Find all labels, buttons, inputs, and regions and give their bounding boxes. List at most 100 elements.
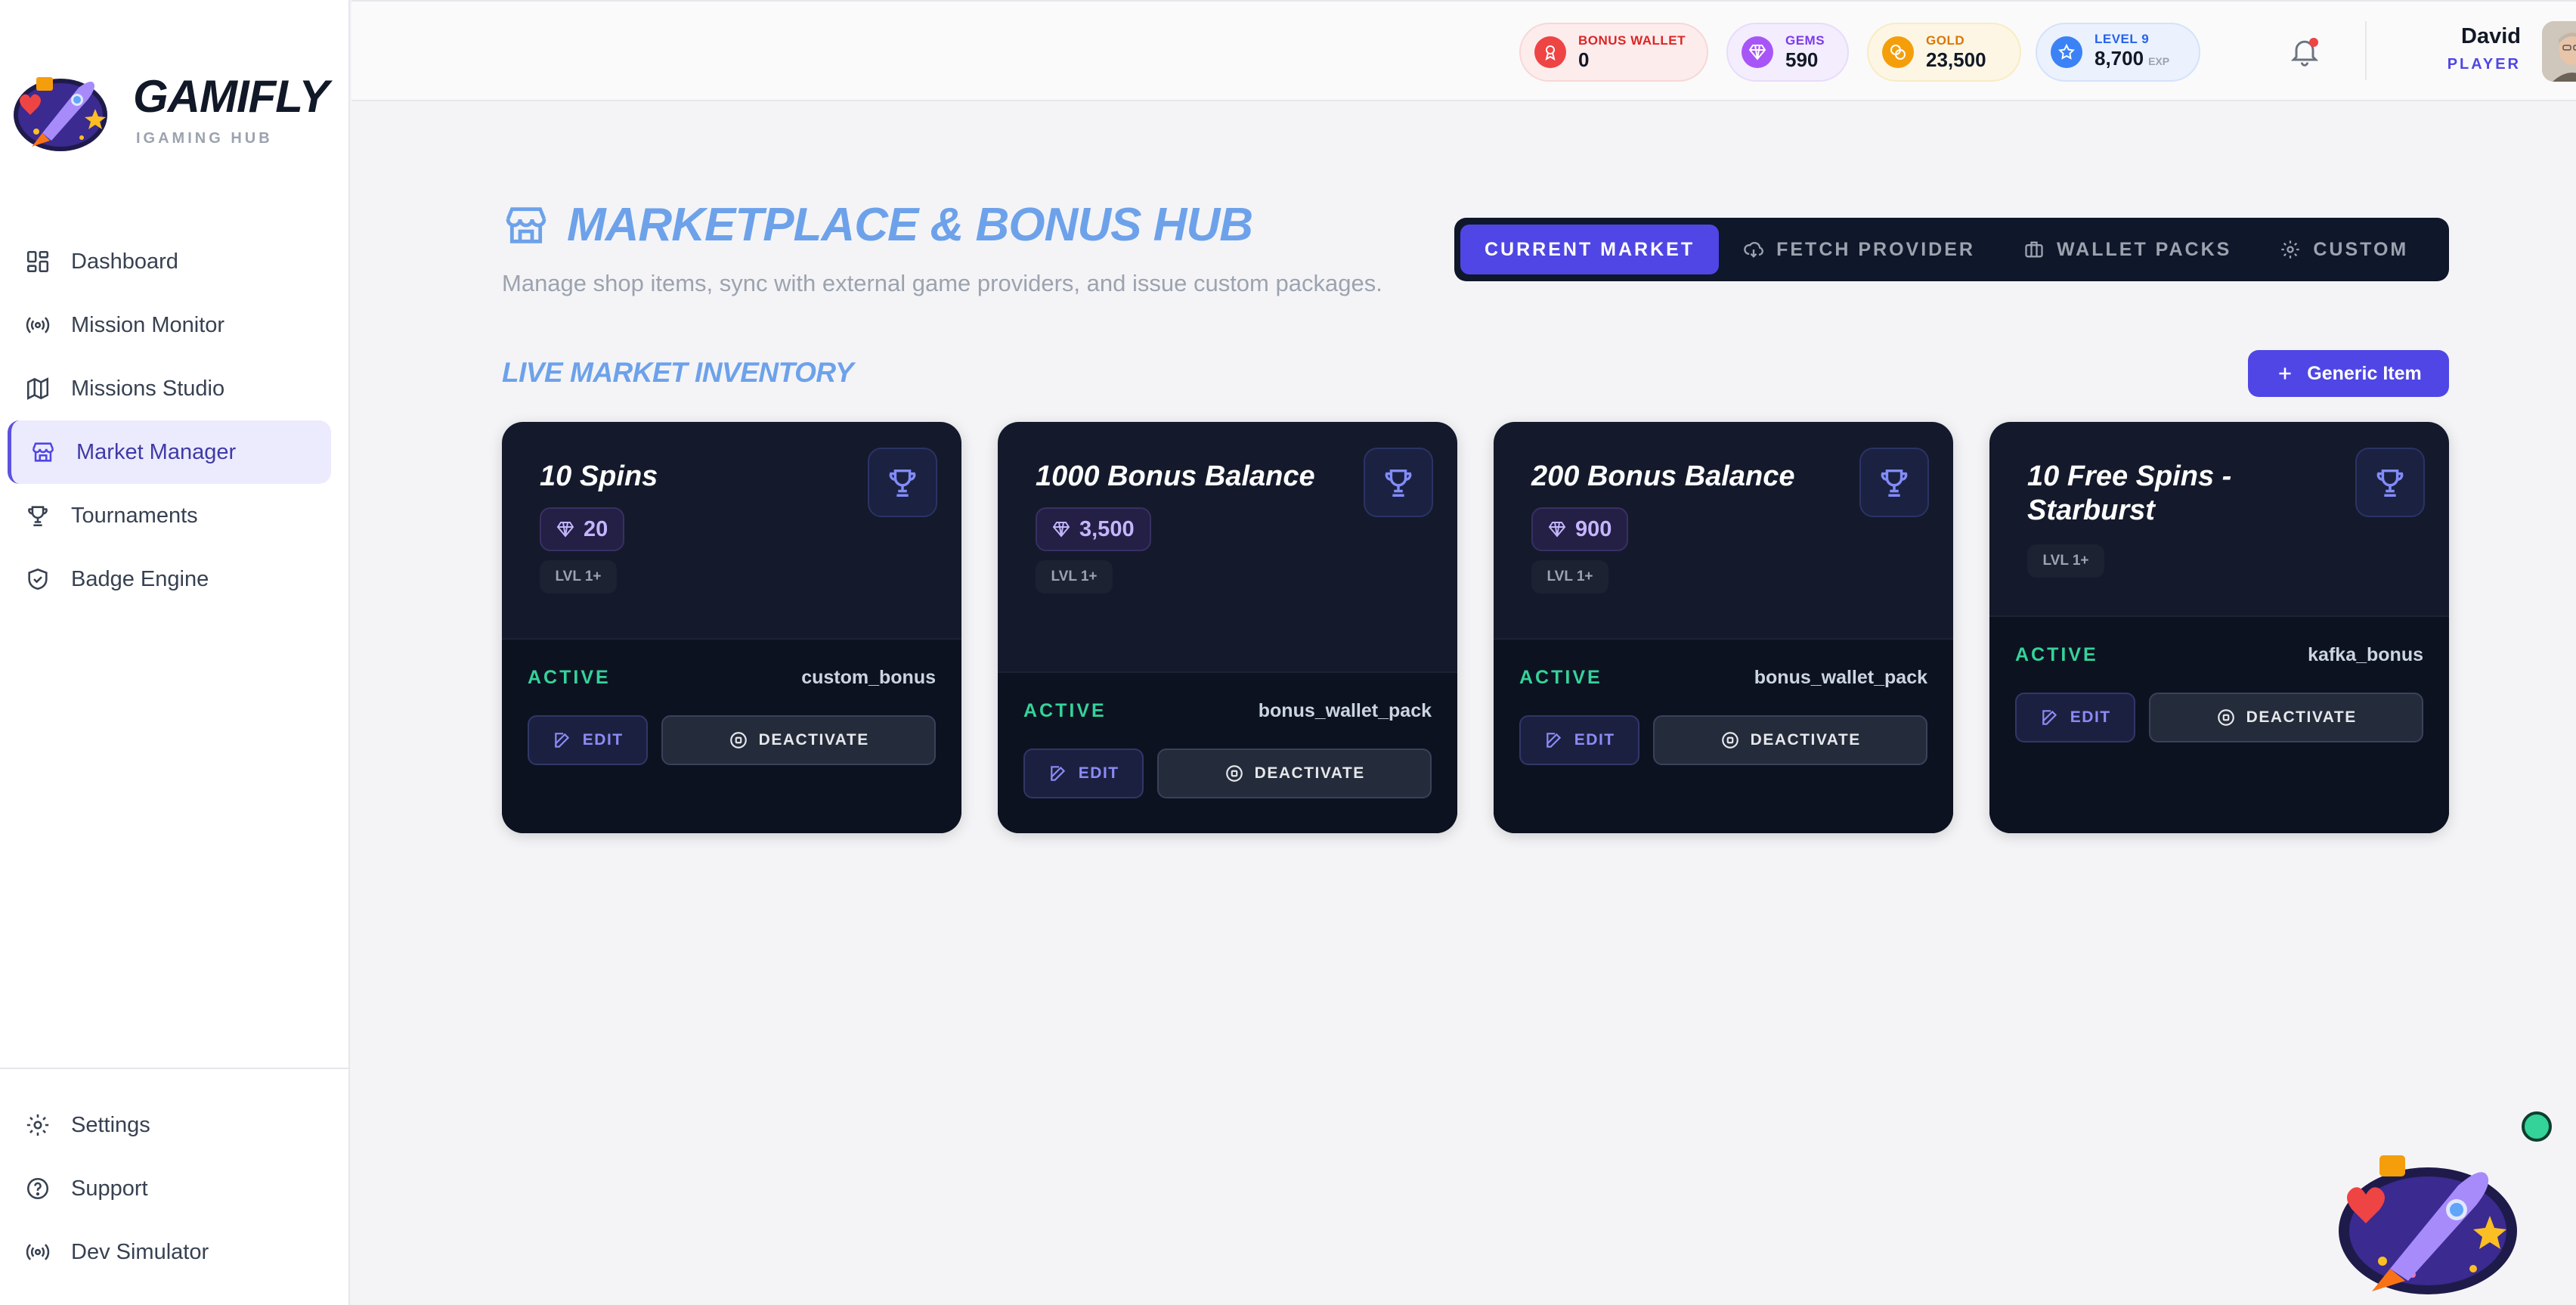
sidebar-nav: Dashboard Mission Monitor Missions Studi… xyxy=(8,230,331,611)
tab-label: CUSTOM xyxy=(2313,238,2409,260)
item-type: custom_bonus xyxy=(801,666,936,688)
card-title: 10 Free Spins - Starburst xyxy=(2027,460,2232,526)
store-icon xyxy=(29,439,57,466)
rocket-mascot-icon[interactable] xyxy=(2330,1140,2526,1299)
header-divider xyxy=(2365,21,2367,80)
stat-value: 0 xyxy=(1578,48,1590,71)
exp-suffix: EXP xyxy=(2148,55,2170,67)
deactivate-button[interactable]: DEACTIVATE xyxy=(2149,693,2423,742)
page-header: MARKETPLACE & BONUS HUB Manage shop item… xyxy=(502,198,1382,297)
deactivate-button[interactable]: DEACTIVATE xyxy=(661,715,936,765)
tab-current-market[interactable]: CURRENT MARKET xyxy=(1460,225,1720,274)
card-title: 1000 Bonus Balance xyxy=(1036,460,1315,492)
price-badge: 20 xyxy=(540,507,625,551)
item-type: kafka_bonus xyxy=(2308,643,2423,665)
sidebar-item-dashboard[interactable]: Dashboard xyxy=(8,230,331,293)
deactivate-button[interactable]: DEACTIVATE xyxy=(1653,715,1927,765)
edit-button[interactable]: EDIT xyxy=(2015,693,2136,742)
rocket-logo-icon xyxy=(14,77,107,151)
deactivate-label: DEACTIVATE xyxy=(758,731,869,749)
notification-dot xyxy=(2309,38,2318,47)
stop-circle-icon xyxy=(2217,709,2234,726)
sidebar-item-label: Mission Monitor xyxy=(71,312,225,337)
stat-value: 590 xyxy=(1785,48,1819,71)
gold-stat[interactable]: GOLD 23,500 xyxy=(1867,23,2021,82)
status-badge: ACTIVE xyxy=(2015,643,2098,665)
stat-label: LEVEL 9 xyxy=(2095,32,2150,46)
sidebar-item-tournaments[interactable]: Tournaments xyxy=(8,484,331,547)
stat-value: 23,500 xyxy=(1926,48,1986,71)
card-trophy-badge xyxy=(868,448,937,517)
brand[interactable]: GAMIFLY IGAMING HUB xyxy=(6,65,330,156)
item-type: bonus_wallet_pack xyxy=(1258,699,1432,721)
card-title: 200 Bonus Balance xyxy=(1531,460,1795,492)
price-value: 900 xyxy=(1575,516,1612,541)
tab-label: WALLET PACKS xyxy=(2056,238,2232,260)
stat-value: 8,700 EXP xyxy=(2095,47,2169,73)
market-item-card: 10 Free Spins - Starburst LVL 1+ ACTIVE … xyxy=(1989,422,2449,833)
market-item-card: 1000 Bonus Balance 3,500 LVL 1+ ACTIVE b… xyxy=(998,422,1457,833)
sidebar-item-mission-monitor[interactable]: Mission Monitor xyxy=(8,293,331,357)
deactivate-button[interactable]: DEACTIVATE xyxy=(1157,749,1432,798)
trophy-icon xyxy=(24,502,51,529)
tab-label: CURRENT MARKET xyxy=(1485,238,1695,260)
sidebar-item-label: Dev Simulator xyxy=(71,1239,209,1264)
add-generic-item-button[interactable]: Generic Item xyxy=(2248,350,2449,397)
edit-label: EDIT xyxy=(1574,731,1615,749)
stop-circle-icon xyxy=(1225,765,1243,782)
top-bar: BONUS WALLET 0 GEMS 590 GOLD 23,500 LEVE… xyxy=(351,0,2576,101)
market-tabs: CURRENT MARKET FETCH PROVIDER WALLET PAC… xyxy=(1454,218,2449,281)
edit-icon xyxy=(2042,710,2057,725)
notifications-button[interactable] xyxy=(2288,35,2321,68)
star-icon xyxy=(2051,36,2082,68)
tab-custom[interactable]: CUSTOM xyxy=(2256,225,2432,274)
sidebar-divider xyxy=(0,1068,350,1069)
item-type: bonus_wallet_pack xyxy=(1754,666,1927,688)
level-requirement: LVL 1+ xyxy=(1036,560,1113,594)
user-name[interactable]: David xyxy=(2392,24,2521,49)
status-badge: ACTIVE xyxy=(1023,699,1107,721)
edit-button[interactable]: EDIT xyxy=(1023,749,1144,798)
tab-label: FETCH PROVIDER xyxy=(1776,238,1975,260)
stat-label: GOLD xyxy=(1926,33,1965,48)
sidebar-item-support[interactable]: Support xyxy=(8,1157,331,1220)
section-title: LIVE MARKET INVENTORY xyxy=(502,357,854,388)
market-item-card: 200 Bonus Balance 900 LVL 1+ ACTIVE bonu… xyxy=(1494,422,1953,833)
sidebar-item-settings[interactable]: Settings xyxy=(8,1093,331,1157)
sidebar-item-missions-studio[interactable]: Missions Studio xyxy=(8,357,331,420)
edit-button[interactable]: EDIT xyxy=(1519,715,1640,765)
sidebar-item-market-manager[interactable]: Market Manager xyxy=(8,420,331,484)
stop-circle-icon xyxy=(729,732,747,749)
trophy-icon xyxy=(889,469,916,497)
tab-wallet-packs[interactable]: WALLET PACKS xyxy=(1999,225,2256,274)
edit-icon xyxy=(1547,733,1561,748)
gem-icon xyxy=(1548,522,1566,538)
user-role: PLAYER xyxy=(2447,56,2521,73)
tab-fetch-provider[interactable]: FETCH PROVIDER xyxy=(1719,225,1999,274)
sidebar-item-badge-engine[interactable]: Badge Engine xyxy=(8,547,331,611)
trophy-icon xyxy=(2376,469,2404,497)
sidebar-item-label: Support xyxy=(71,1176,148,1201)
sidebar-bottom-nav: Settings Support Dev Simulator xyxy=(8,1093,331,1284)
edit-button[interactable]: EDIT xyxy=(528,715,649,765)
level-requirement: LVL 1+ xyxy=(540,560,617,594)
bonus-wallet-stat[interactable]: BONUS WALLET 0 xyxy=(1519,23,1708,82)
sidebar-item-dev-simulator[interactable]: Dev Simulator xyxy=(8,1220,331,1284)
edit-icon xyxy=(1051,766,1065,781)
level-stat[interactable]: LEVEL 9 8,700 EXP xyxy=(2036,23,2200,82)
dashboard-icon xyxy=(24,248,51,275)
level-requirement: LVL 1+ xyxy=(1531,560,1608,594)
card-title: 10 Spins xyxy=(540,460,658,492)
coins-icon xyxy=(1882,36,1914,68)
deactivate-label: DEACTIVATE xyxy=(2246,708,2357,726)
sidebar-item-label: Missions Studio xyxy=(71,376,225,401)
market-item-card: 10 Spins 20 LVL 1+ ACTIVE custom_bonus E… xyxy=(502,422,961,833)
gems-stat[interactable]: GEMS 590 xyxy=(1726,23,1849,82)
trophy-icon xyxy=(1385,469,1412,497)
shield-check-icon xyxy=(24,566,51,593)
avatar[interactable] xyxy=(2542,21,2576,82)
add-button-label: Generic Item xyxy=(2307,362,2422,384)
brand-name: GAMIFLY xyxy=(133,70,330,122)
gem-icon xyxy=(1742,36,1773,68)
sidebar-item-label: Tournaments xyxy=(71,503,198,528)
